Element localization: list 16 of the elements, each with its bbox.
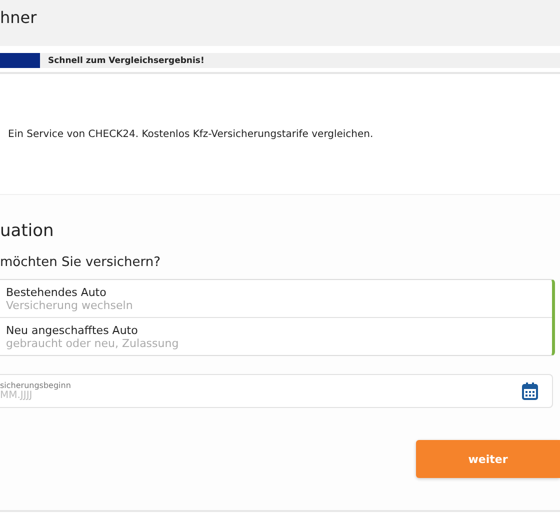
date-placeholder: MM.JJJJ [0, 390, 34, 401]
question-text: möchten Sie versichern? [0, 255, 162, 270]
page-title: hner [0, 8, 37, 26]
option-item[interactable]: Bestehendes Auto Versicherung wechseln [0, 280, 552, 317]
option-label: Bestehendes Auto [6, 286, 108, 298]
banner-text: Schnell zum Vergleichsergebnis! [48, 56, 204, 66]
calendar-icon[interactable] [522, 382, 538, 400]
section-title: uation [0, 221, 55, 241]
banner-accent [0, 53, 40, 68]
option-hint: gebraucht oder neu, Zulassung [6, 336, 180, 350]
option-label: Neu angeschafftes Auto [6, 324, 139, 336]
intro-text: Ein Service von CHECK24. Kostenlos Kfz-Versicherungstarife vergleichen. [8, 128, 374, 140]
option-item[interactable]: Neu angeschafftes Auto gebraucht oder neu, Zulassung [0, 317, 552, 355]
date-field[interactable]: sicherungsbeginn MM.JJJJ [0, 374, 553, 408]
option-hint: Versicherung wechseln [6, 298, 134, 312]
date-label: sicherungsbeginn [0, 381, 71, 390]
